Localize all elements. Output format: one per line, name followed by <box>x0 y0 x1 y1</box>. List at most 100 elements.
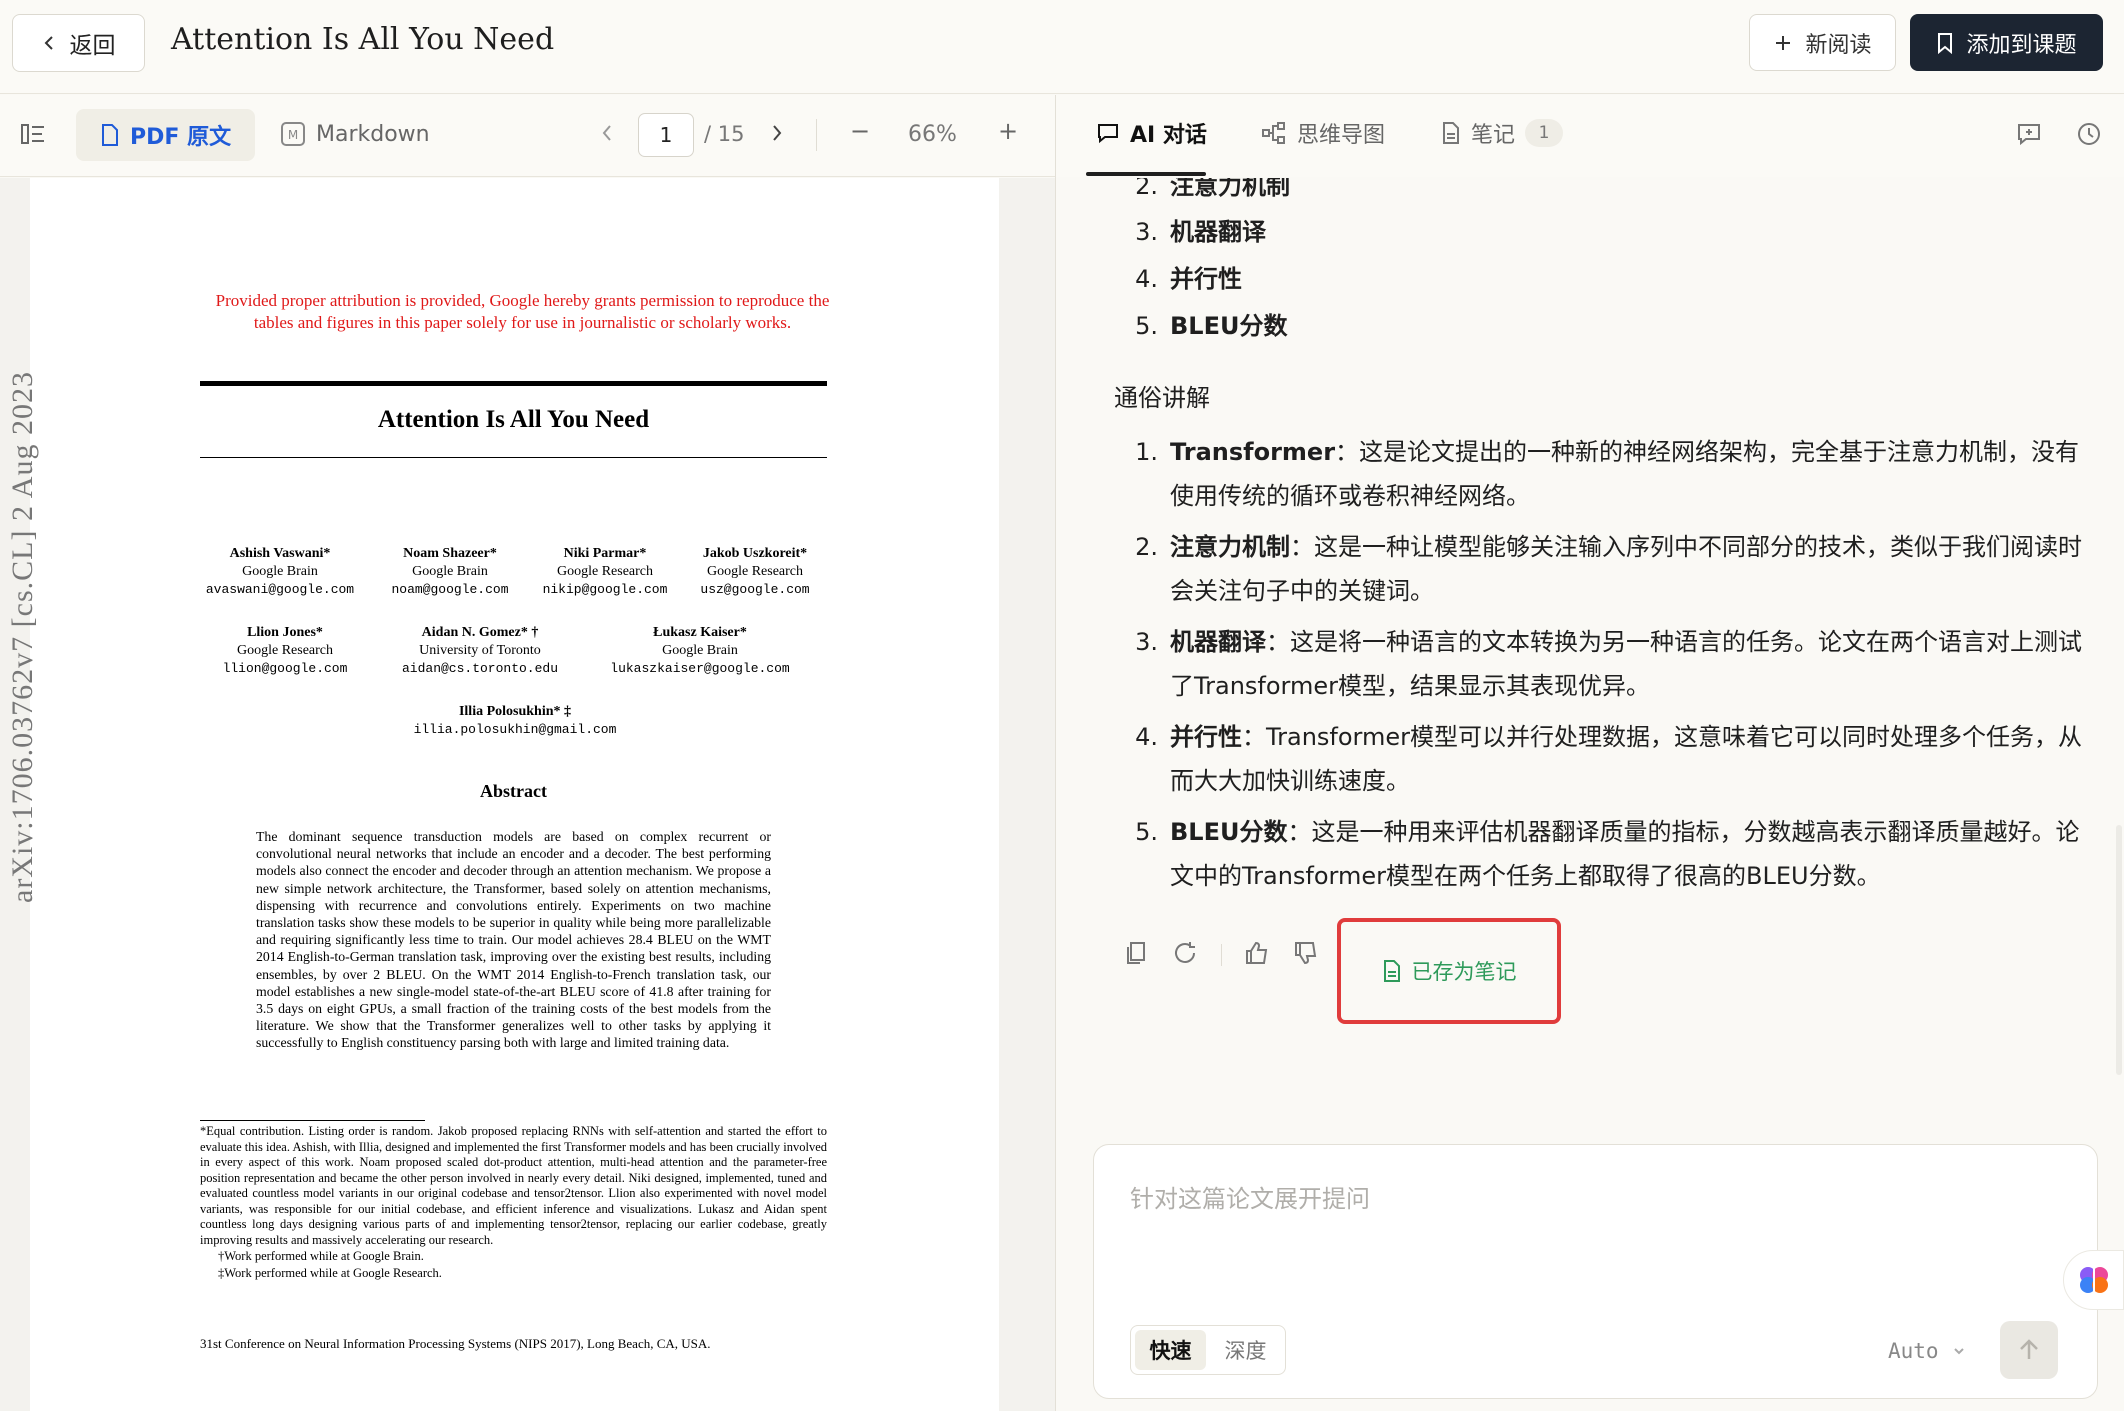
assistant-float-button[interactable] <box>2063 1250 2124 1310</box>
explanation-term: Transformer <box>1170 438 1336 466</box>
explanation-text: ：Transformer模型可以并行处理数据，这意味着它可以同时处理多个任务，从… <box>1170 723 2083 795</box>
author-block: Ashish Vaswani* Google Brain avaswani@go… <box>205 545 355 599</box>
copy-button[interactable] <box>1121 938 1151 968</box>
new-chat-icon <box>2018 124 2040 146</box>
list-number: 3. <box>1135 218 1158 246</box>
regenerate-button[interactable] <box>1170 938 1200 968</box>
like-button[interactable] <box>1242 938 1272 968</box>
author-name: Illia Polosukhin* ‡ <box>458 704 572 719</box>
next-page-button[interactable] <box>770 123 784 143</box>
top-bar: 返回 Attention Is All You Need 新阅读 添加到课题 <box>0 0 2124 94</box>
toggle-outline-button[interactable] <box>20 121 46 147</box>
author-email: noam@google.com <box>391 582 509 597</box>
saved-as-note-button[interactable]: 已存为笔记 <box>1337 918 1561 1024</box>
pdf-toolbar: PDF 原文 M Markdown / 15 − 66% + <box>0 95 1055 177</box>
keyword-term: 机器翻译 <box>1170 218 1266 246</box>
tab-mind-map[interactable]: 思维导图 <box>1261 117 1385 149</box>
explanation-text: ：这是一种用来评估机器翻译质量的指标，分数越高表示翻译质量越好。论文中的Tran… <box>1170 818 2080 890</box>
dislike-button[interactable] <box>1291 938 1321 968</box>
paper-title: Attention Is All You Need <box>377 406 650 433</box>
author-org: Google Research <box>706 564 804 579</box>
brain-icon <box>2079 1267 2108 1293</box>
tab-notes[interactable]: 笔记 1 <box>1441 117 1564 149</box>
model-select[interactable]: Auto <box>1888 1339 1965 1363</box>
document-icon <box>102 124 118 146</box>
notes-count-badge: 1 <box>1525 119 1564 147</box>
new-chat-button[interactable] <box>2016 121 2042 147</box>
author-name: Llion Jones* <box>247 625 323 640</box>
clock-icon <box>2078 123 2100 145</box>
footnotes: *Equal contribution. Listing order is ra… <box>200 1124 827 1282</box>
chat-scrollbar[interactable] <box>2116 825 2122 1075</box>
actions-divider <box>1221 944 1222 966</box>
pdf-page: arXiv:1706.03762v7 [cs.CL] 2 Aug 2023 Pr… <box>6 178 999 1411</box>
conference-note: 31st Conference on Neural Information Pr… <box>200 1336 711 1351</box>
add-to-topic-button[interactable]: 添加到课题 <box>1910 14 2103 71</box>
author-block: Llion Jones* Google Research llion@googl… <box>215 624 355 678</box>
tab-ai-chat-label: AI 对话 <box>1130 123 1207 148</box>
list-number: 5. <box>1135 312 1158 340</box>
abstract-heading: Abstract <box>480 781 547 801</box>
zoom-in-button[interactable]: + <box>998 117 1018 145</box>
new-read-button[interactable]: 新阅读 <box>1749 14 1896 71</box>
explanation-text: ：这是将一种语言的文本转换为另一种语言的任务。论文在两个语言对上测试了Trans… <box>1170 628 2082 700</box>
author-email: usz@google.com <box>700 582 810 597</box>
author-name: Niki Parmar* <box>563 546 647 561</box>
explanation-term: 注意力机制 <box>1170 533 1290 561</box>
list-number: 4. <box>1135 265 1158 293</box>
footnote-rule <box>200 1120 425 1121</box>
toolbar-divider <box>816 119 817 151</box>
assistant-tabs: AI 对话 思维导图 笔记 1 <box>1056 95 2124 177</box>
question-input[interactable]: 针对这篇论文展开提问 <box>1130 1179 1370 1214</box>
document-title: Attention Is All You Need <box>171 22 555 57</box>
mode-deep-button[interactable]: 深度 <box>1210 1330 1281 1370</box>
author-block: Aidan N. Gomez* † University of Toronto … <box>400 624 560 678</box>
author-org: Google Research <box>236 643 334 658</box>
bookmark-icon <box>1938 32 1953 54</box>
list-number: 5. <box>1135 818 1158 846</box>
tab-pdf-label: PDF 原文 <box>130 125 232 150</box>
question-input-box[interactable]: 针对这篇论文展开提问 快速 深度 Auto <box>1093 1144 2098 1399</box>
back-button[interactable]: 返回 <box>12 14 145 72</box>
chat-icon <box>1098 124 1118 144</box>
page-total: / 15 <box>704 122 745 146</box>
chevron-left-icon <box>44 36 53 50</box>
page-number-input[interactable] <box>638 113 694 157</box>
note-icon <box>1443 122 1459 144</box>
footnote-contribution: *Equal contribution. Listing order is ra… <box>200 1124 827 1247</box>
send-button[interactable] <box>2000 1321 2058 1379</box>
history-button[interactable] <box>2076 121 2102 147</box>
list-number: 2. <box>1135 178 1158 200</box>
markdown-icon: M <box>281 122 305 146</box>
author-email: lukaszkaiser@google.com <box>610 661 790 676</box>
tab-ai-chat[interactable]: AI 对话 <box>1096 117 1207 149</box>
pdf-viewer[interactable]: arXiv:1706.03762v7 [cs.CL] 2 Aug 2023 Pr… <box>0 178 1055 1411</box>
footnote-dagger: †Work performed while at Google Brain. <box>218 1249 424 1263</box>
tab-markdown-label: Markdown <box>316 121 430 147</box>
author-email: nikip@google.com <box>542 582 668 597</box>
tab-markdown[interactable]: M Markdown <box>280 121 430 147</box>
author-org: Google Brain <box>662 643 738 658</box>
author-name: Noam Shazeer* <box>403 546 497 561</box>
title-rule-bottom <box>200 457 827 458</box>
zoom-out-button[interactable]: − <box>850 117 870 145</box>
zoom-level: 66% <box>908 122 957 147</box>
mind-map-icon <box>1262 122 1285 144</box>
prev-page-button[interactable] <box>600 123 614 143</box>
author-org: Google Brain <box>242 564 318 579</box>
author-block: Illia Polosukhin* ‡ illia.polosukhin@gma… <box>400 703 630 739</box>
model-select-value: Auto <box>1888 1339 1939 1363</box>
section-heading: 通俗讲解 <box>1114 384 1210 412</box>
back-button-label: 返回 <box>69 33 116 59</box>
keyword-term: 注意力机制 <box>1170 178 1290 200</box>
copy-icon <box>1127 942 1145 964</box>
tab-pdf-original[interactable]: PDF 原文 <box>76 109 256 161</box>
author-email: avaswani@google.com <box>205 582 355 597</box>
outline-toggle-icon <box>21 124 44 144</box>
mode-switch: 快速 深度 <box>1130 1325 1286 1375</box>
new-read-label: 新阅读 <box>1805 32 1872 58</box>
title-rule-top <box>200 381 827 386</box>
mode-fast-button[interactable]: 快速 <box>1135 1330 1206 1370</box>
add-to-topic-label: 添加到课题 <box>1966 32 2077 58</box>
tab-mind-map-label: 思维导图 <box>1297 123 1386 148</box>
